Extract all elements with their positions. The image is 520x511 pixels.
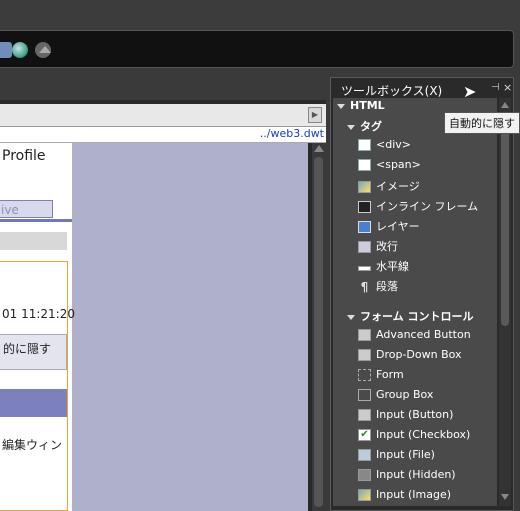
scroll-up-arrow-icon[interactable] <box>501 102 509 108</box>
tool-item-drop-down-box[interactable]: Drop-Down Box <box>358 348 462 366</box>
tool-item-layer[interactable]: レイヤー <box>358 218 420 236</box>
page-content: Profile ive 01 11:21:20 的に隠す 編集ウィン <box>0 143 75 511</box>
chevron-down-icon <box>337 103 345 109</box>
close-icon[interactable]: × <box>503 82 513 93</box>
toolbox-panel: ツールボックス(X) ➤ ⊣ × HTML タグ <div> <span> イメ… <box>330 77 514 511</box>
editor-vertical-scrollbar[interactable] <box>312 143 326 511</box>
chevron-down-icon <box>347 314 355 320</box>
selected-region[interactable] <box>0 261 68 511</box>
advanced-button-icon <box>358 329 371 341</box>
tool-item-input-hidden[interactable]: Input (Hidden) <box>358 468 456 486</box>
tool-item-form[interactable]: Form <box>358 368 404 386</box>
window-top-strip <box>0 0 520 30</box>
section-tags[interactable]: タグ <box>347 118 382 134</box>
tab-underline <box>0 219 72 222</box>
scroll-right-button[interactable]: ▶ <box>308 107 322 123</box>
tab-live[interactable]: ive <box>0 200 53 218</box>
tool-item-input-file[interactable]: Input (File) <box>358 448 435 466</box>
scroll-thumb[interactable] <box>501 116 509 326</box>
purple-bar <box>0 389 67 417</box>
toolbox-title: ツールボックス(X) <box>341 84 443 98</box>
group-box-icon <box>358 389 371 401</box>
tool-item-horizontal-rule[interactable]: 水平線 <box>358 258 409 276</box>
chevron-down-icon <box>347 124 355 130</box>
auto-hide-button[interactable]: 的に隠す <box>0 334 67 370</box>
editor-tab-strip: ▶ <box>0 104 326 127</box>
scroll-thumb[interactable] <box>314 157 323 507</box>
form-icon <box>358 369 371 381</box>
tool-item-paragraph[interactable]: ¶ 段落 <box>358 278 398 296</box>
toolbox-list: HTML タグ <div> <span> イメージ インライン フレーム レイヤ… <box>333 98 497 506</box>
document-path-bar: ../web3.dwt <box>0 127 326 143</box>
tool-item-input-checkbox[interactable]: ✔ Input (Checkbox) <box>358 428 470 446</box>
document-path-link[interactable]: ../web3.dwt <box>260 127 324 140</box>
line-break-icon <box>358 241 371 253</box>
editor-area: ▶ ../web3.dwt Profile ive 01 11:21:20 的に… <box>0 100 326 511</box>
horizontal-rule-icon <box>358 266 371 271</box>
globe-icon[interactable] <box>12 42 28 58</box>
design-view[interactable]: Profile ive 01 11:21:20 的に隠す 編集ウィン <box>0 143 308 511</box>
tool-item-span[interactable]: <span> <box>358 158 421 176</box>
toolbox-header: ツールボックス(X) ➤ ⊣ × <box>333 80 513 101</box>
top-toolbar <box>0 30 514 68</box>
tool-item-input-image[interactable]: Input (Image) <box>358 488 451 506</box>
toolbar-app-icon[interactable] <box>0 42 12 58</box>
scroll-down-arrow-icon[interactable] <box>501 494 509 500</box>
span-tag-icon <box>358 159 371 171</box>
tool-item-div[interactable]: <div> <box>358 138 411 156</box>
datetime-text: 01 11:21:20 <box>2 307 75 321</box>
scroll-up-arrow-icon[interactable] <box>314 145 324 152</box>
edit-window-text: 編集ウィン <box>2 438 63 452</box>
image-input-icon <box>358 489 371 501</box>
gray-bar <box>0 232 67 250</box>
hidden-input-icon <box>358 469 371 481</box>
tool-item-input-button[interactable]: Input (Button) <box>358 408 453 426</box>
tool-item-image[interactable]: イメージ <box>358 178 420 196</box>
tool-item-line-break[interactable]: 改行 <box>358 238 398 256</box>
auto-hide-tooltip: 自動的に隠す <box>444 112 520 134</box>
layer-icon <box>358 221 371 233</box>
section-form-controls[interactable]: フォーム コントロール <box>347 308 474 324</box>
tool-item-inline-frame[interactable]: インライン フレーム <box>358 198 478 216</box>
inline-frame-icon <box>358 201 371 213</box>
profile-text: Profile <box>2 148 46 164</box>
tool-item-group-box[interactable]: Group Box <box>358 388 433 406</box>
toolbox-vertical-scrollbar[interactable] <box>499 98 511 506</box>
div-tag-icon <box>358 139 371 151</box>
upload-icon[interactable] <box>35 42 51 58</box>
drop-down-box-icon <box>358 349 371 361</box>
paragraph-icon: ¶ <box>360 280 369 294</box>
pin-icon[interactable]: ⊣ <box>491 83 501 93</box>
checkbox-icon: ✔ <box>358 429 371 441</box>
tool-item-advanced-button[interactable]: Advanced Button <box>358 328 471 346</box>
section-html[interactable]: HTML <box>337 99 385 112</box>
input-button-icon <box>358 409 371 421</box>
image-icon <box>358 181 371 193</box>
file-input-icon <box>358 449 371 461</box>
